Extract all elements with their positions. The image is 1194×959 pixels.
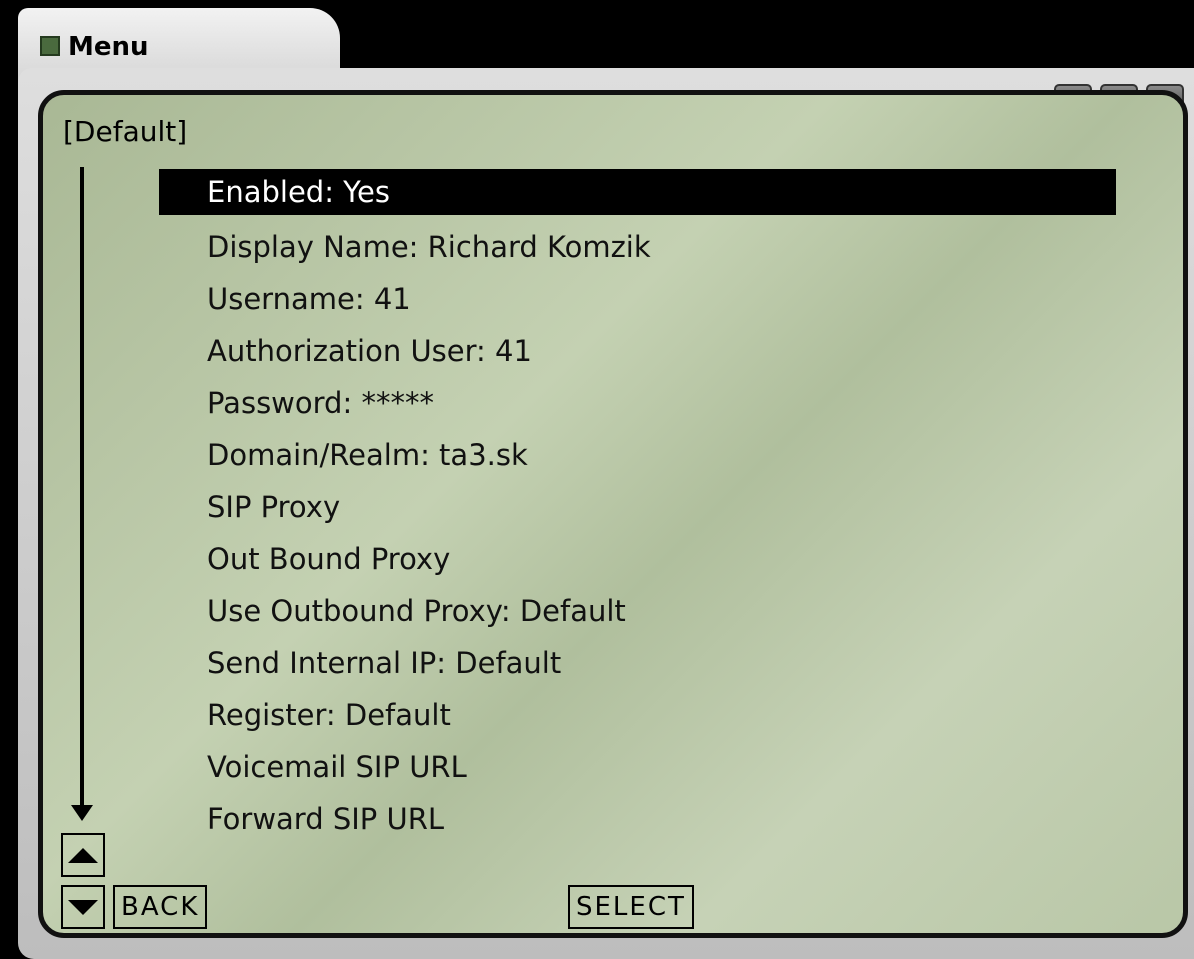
menu-item-voicemail-sip-url[interactable]: Voicemail SIP URL <box>159 741 1116 793</box>
select-softkey[interactable]: SELECT <box>568 885 694 929</box>
scroll-indicator-line <box>80 167 84 817</box>
menu-item-outbound-proxy[interactable]: Out Bound Proxy <box>159 533 1116 585</box>
scroll-up-button[interactable] <box>61 833 105 877</box>
window-title: Menu <box>68 32 149 62</box>
menu-item-domain-realm[interactable]: Domain/Realm: ta3.sk <box>159 429 1116 481</box>
menu-item-username[interactable]: Username: 41 <box>159 273 1116 325</box>
triangle-down-icon <box>68 899 98 915</box>
menu-item-enabled[interactable]: Enabled: Yes <box>159 169 1116 215</box>
profile-heading: [Default] <box>63 115 188 148</box>
menu-item-send-internal-ip[interactable]: Send Internal IP: Default <box>159 637 1116 689</box>
back-softkey[interactable]: BACK <box>113 885 208 929</box>
settings-menu-list: Enabled: Yes Display Name: Richard Komzi… <box>159 169 1116 845</box>
app-icon <box>40 36 60 56</box>
menu-item-password[interactable]: Password: ***** <box>159 377 1116 429</box>
scroll-down-button[interactable] <box>61 885 105 929</box>
menu-item-use-outbound-proxy[interactable]: Use Outbound Proxy: Default <box>159 585 1116 637</box>
lcd-screen: [Default] Enabled: Yes Display Name: Ric… <box>38 90 1188 938</box>
menu-item-sip-proxy[interactable]: SIP Proxy <box>159 481 1116 533</box>
menu-item-forward-sip-url[interactable]: Forward SIP URL <box>159 793 1116 845</box>
menu-item-display-name[interactable]: Display Name: Richard Komzik <box>159 221 1116 273</box>
scroll-indicator-arrow-icon <box>71 805 93 821</box>
triangle-up-icon <box>68 847 98 863</box>
menu-item-register[interactable]: Register: Default <box>159 689 1116 741</box>
menu-item-authorization-user[interactable]: Authorization User: 41 <box>159 325 1116 377</box>
